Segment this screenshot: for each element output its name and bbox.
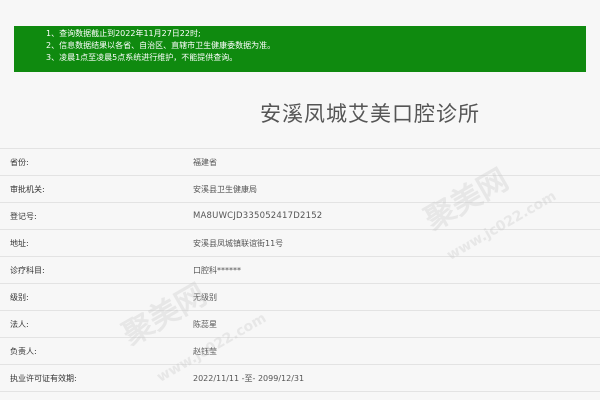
clinic-details-table: 省份: 福建省 审批机关: 安溪县卫生健康局 登记号: MA8UWCJD3350… xyxy=(0,148,600,392)
notice-banner: 1、查询数据截止到2022年11月27日22时; 2、信息数据结果以各省、自治区… xyxy=(14,26,586,72)
detail-row-registration-number: 登记号: MA8UWCJD335052417D2152 xyxy=(0,203,600,230)
detail-row-departments: 诊疗科目: 口腔科****** xyxy=(0,257,600,284)
detail-row-responsible-person: 负责人: 赵钰莹 xyxy=(0,338,600,365)
detail-label: 诊疗科目: xyxy=(10,265,45,275)
detail-row-approval-authority: 审批机关: 安溪县卫生健康局 xyxy=(0,176,600,203)
detail-value: 赵钰莹 xyxy=(193,346,217,356)
detail-label: 审批机关: xyxy=(10,184,45,194)
detail-label: 地址: xyxy=(10,238,29,248)
detail-value: 口腔科****** xyxy=(193,265,241,275)
detail-row-address: 地址: 安溪县凤城镇联谊街11号 xyxy=(0,230,600,257)
detail-row-legal-person: 法人: 陈蕊星 xyxy=(0,311,600,338)
detail-row-license-validity: 执业许可证有效期: 2022/11/11 -至- 2099/12/31 xyxy=(0,365,600,392)
detail-row-level: 级别: 无级别 xyxy=(0,284,600,311)
detail-label: 法人: xyxy=(10,319,29,329)
detail-label: 负责人: xyxy=(10,346,37,356)
detail-value: 福建省 xyxy=(193,157,217,167)
detail-value: 陈蕊星 xyxy=(193,319,217,329)
detail-label: 级别: xyxy=(10,292,29,302)
clinic-title: 安溪凤城艾美口腔诊所 xyxy=(260,102,480,126)
detail-value: 安溪县卫生健康局 xyxy=(193,184,257,194)
detail-label: 登记号: xyxy=(10,211,37,221)
detail-value: 2022/11/11 -至- 2099/12/31 xyxy=(193,373,305,383)
detail-value: 安溪县凤城镇联谊街11号 xyxy=(193,238,284,248)
notice-line-2: 2、信息数据结果以各省、自治区、直辖市卫生健康委数据为准。 xyxy=(46,41,276,50)
notice-line-3: 3、凌晨1点至凌晨5点系统进行维护，不能提供查询。 xyxy=(46,53,238,62)
detail-value: MA8UWCJD335052417D2152 xyxy=(193,211,323,221)
detail-row-province: 省份: 福建省 xyxy=(0,149,600,176)
detail-label: 省份: xyxy=(10,157,29,167)
detail-value: 无级别 xyxy=(193,292,217,302)
notice-line-1: 1、查询数据截止到2022年11月27日22时; xyxy=(46,29,201,38)
detail-label: 执业许可证有效期: xyxy=(10,373,77,383)
